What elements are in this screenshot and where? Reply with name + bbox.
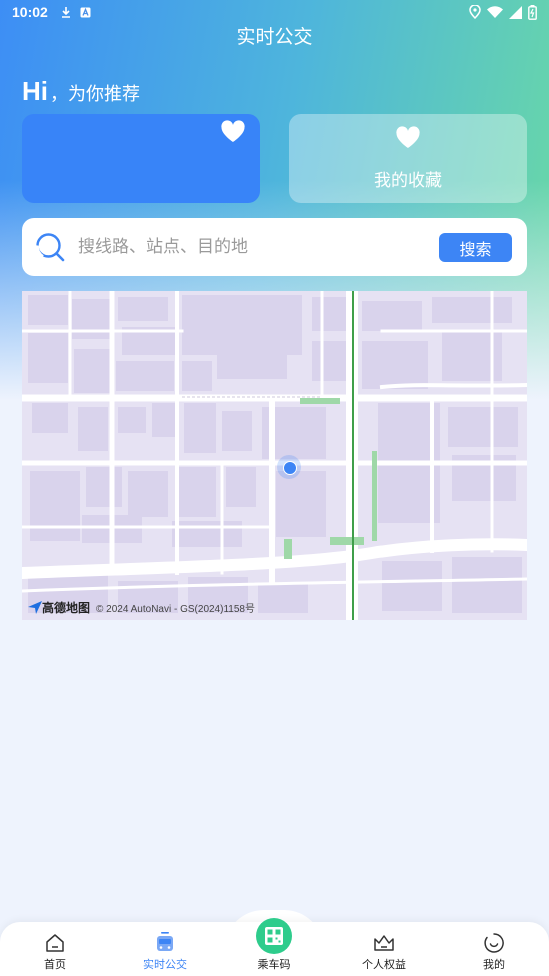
signal-icon	[509, 5, 522, 19]
nav-label: 我的	[483, 958, 505, 971]
greeting-hi: Hi	[22, 76, 48, 106]
battery-icon	[528, 4, 537, 20]
search-icon	[35, 233, 65, 262]
smile-icon	[484, 933, 504, 953]
status-time: 10:02	[12, 4, 48, 20]
status-bar: 10:02	[0, 0, 549, 24]
ride-code-label: 乘车码	[257, 958, 291, 971]
recommend-card[interactable]	[22, 114, 260, 203]
search-button[interactable]: 搜索	[439, 233, 512, 262]
nav-item-realtime-bus[interactable]: 实时公交	[120, 922, 210, 976]
wifi-icon	[487, 5, 503, 18]
navigation-arrow-icon	[28, 601, 42, 614]
nav-label: 实时公交	[143, 958, 187, 971]
nav-item-profile[interactable]: 我的	[449, 922, 539, 976]
current-location-marker	[277, 455, 301, 479]
greeting: Hi ，为你推荐	[22, 76, 140, 107]
favorites-label: 我的收藏	[374, 171, 442, 191]
bus-icon	[157, 932, 173, 951]
page-title: 实时公交	[236, 26, 313, 48]
map-copyright: © 2024 AutoNavi - GS(2024)1158号	[96, 604, 255, 615]
nav-label: 个人权益	[362, 958, 406, 971]
nav-label: 首页	[44, 958, 66, 971]
search-input[interactable]	[78, 234, 428, 260]
map-canvas	[22, 291, 527, 620]
home-icon	[46, 934, 64, 952]
greeting-subtitle: ，为你推荐	[50, 84, 140, 105]
ride-code-button[interactable]	[256, 918, 292, 954]
search-bar: 搜索	[22, 218, 527, 276]
download-icon	[61, 7, 70, 18]
map-view[interactable]: 高德地图 © 2024 AutoNavi - GS(2024)1158号	[22, 291, 527, 620]
location-icon	[469, 5, 481, 19]
map-attribution: 高德地图 © 2024 AutoNavi - GS(2024)1158号	[28, 599, 255, 616]
qr-code-icon	[265, 927, 283, 945]
amap-logo: 高德地图	[28, 599, 90, 616]
favorites-card[interactable]: 我的收藏	[289, 114, 527, 203]
nav-item-home[interactable]: 首页	[10, 922, 100, 976]
a-badge-icon	[80, 7, 91, 17]
nav-item-benefits[interactable]: 个人权益	[339, 922, 429, 976]
heart-icon	[221, 120, 245, 142]
crown-icon	[374, 935, 394, 951]
heart-icon	[396, 126, 420, 148]
